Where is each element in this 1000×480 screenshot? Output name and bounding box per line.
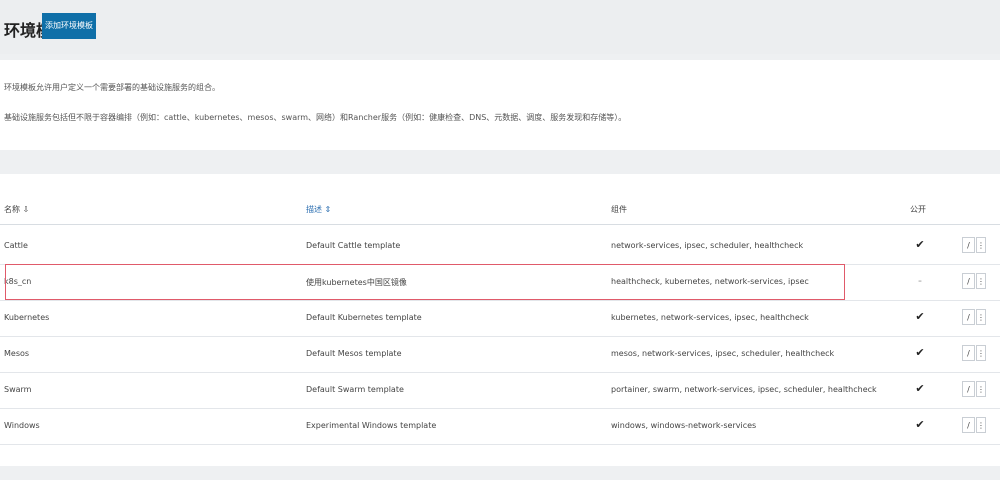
row-actions: / ⋮ — [962, 237, 988, 253]
more-options-icon[interactable]: ⋮ — [976, 345, 986, 361]
edit-icon[interactable]: / — [962, 237, 975, 253]
public-check-icon: ✔ — [915, 346, 925, 359]
edit-icon[interactable]: / — [962, 309, 975, 325]
table-row: Cattle Default Cattle template network-s… — [0, 228, 1000, 265]
table-row: k8s_cn 使用kubernetes中国区镜像 healthcheck, ku… — [0, 264, 1000, 301]
row-name: Swarm — [4, 385, 32, 394]
description-panel: 环境模板允许用户定义一个需要部署的基础设施服务的组合。 基础设施服务包括但不限于… — [0, 60, 1000, 150]
description-line-2: 基础设施服务包括但不限于容器编排（例如：cattle、kubernetes、me… — [4, 113, 627, 122]
column-header-description[interactable]: 描述 ⇕ — [306, 204, 331, 215]
edit-icon[interactable]: / — [962, 417, 975, 433]
templates-table: 名称 ⇩ 描述 ⇕ 组件 公开 Cattle Default Cattle te… — [0, 174, 1000, 466]
row-name: k8s_cn — [4, 277, 32, 286]
description-line-1: 环境模板允许用户定义一个需要部署的基础设施服务的组合。 — [4, 83, 220, 92]
row-actions: / ⋮ — [962, 345, 988, 361]
row-name: Kubernetes — [4, 313, 50, 322]
row-stacks: network-services, ipsec, scheduler, heal… — [611, 241, 804, 250]
public-check-icon: ✔ — [915, 238, 925, 251]
row-name: Mesos — [4, 349, 30, 358]
more-options-icon[interactable]: ⋮ — [976, 417, 986, 433]
public-status: - — [918, 274, 922, 287]
more-options-icon[interactable]: ⋮ — [976, 309, 986, 325]
public-check-icon: ✔ — [915, 310, 925, 323]
row-stacks: mesos, network-services, ipsec, schedule… — [611, 349, 835, 358]
row-actions: / ⋮ — [962, 273, 988, 289]
row-description: Default Mesos template — [306, 349, 402, 358]
row-description: Default Cattle template — [306, 241, 401, 250]
more-options-icon[interactable]: ⋮ — [976, 273, 986, 289]
row-actions: / ⋮ — [962, 381, 988, 397]
table-row: Swarm Default Swarm template portainer, … — [0, 372, 1000, 409]
row-stacks: windows, windows-network-services — [611, 421, 757, 430]
add-template-button[interactable]: 添加环境模板 — [42, 13, 96, 39]
more-options-icon[interactable]: ⋮ — [976, 381, 986, 397]
row-name: Cattle — [4, 241, 28, 250]
public-check-icon: ✔ — [915, 382, 925, 395]
more-options-icon[interactable]: ⋮ — [976, 237, 986, 253]
row-description: 使用kubernetes中国区镜像 — [306, 278, 407, 287]
table-row: Mesos Default Mesos template mesos, netw… — [0, 336, 1000, 373]
column-header-stacks: 组件 — [611, 205, 627, 214]
row-stacks: healthcheck, kubernetes, network-service… — [611, 277, 809, 286]
row-actions: / ⋮ — [962, 309, 988, 325]
row-description: Default Swarm template — [306, 385, 404, 394]
header-divider — [0, 224, 1000, 225]
row-stacks: kubernetes, network-services, ipsec, hea… — [611, 313, 809, 322]
edit-icon[interactable]: / — [962, 381, 975, 397]
row-name: Windows — [4, 421, 40, 430]
column-header-public: 公开 — [910, 205, 926, 214]
column-header-name[interactable]: 名称 ⇩ — [4, 204, 29, 215]
page-header: 环境模板 添加环境模板 — [0, 0, 1000, 54]
row-actions: / ⋮ — [962, 417, 988, 433]
public-check-icon: ✔ — [915, 418, 925, 431]
table-row: Windows Experimental Windows template wi… — [0, 408, 1000, 445]
table-row: Kubernetes Default Kubernetes template k… — [0, 300, 1000, 337]
row-description: Default Kubernetes template — [306, 313, 422, 322]
row-stacks: portainer, swarm, network-services, ipse… — [611, 385, 877, 394]
edit-icon[interactable]: / — [962, 273, 975, 289]
edit-icon[interactable]: / — [962, 345, 975, 361]
row-description: Experimental Windows template — [306, 421, 437, 430]
